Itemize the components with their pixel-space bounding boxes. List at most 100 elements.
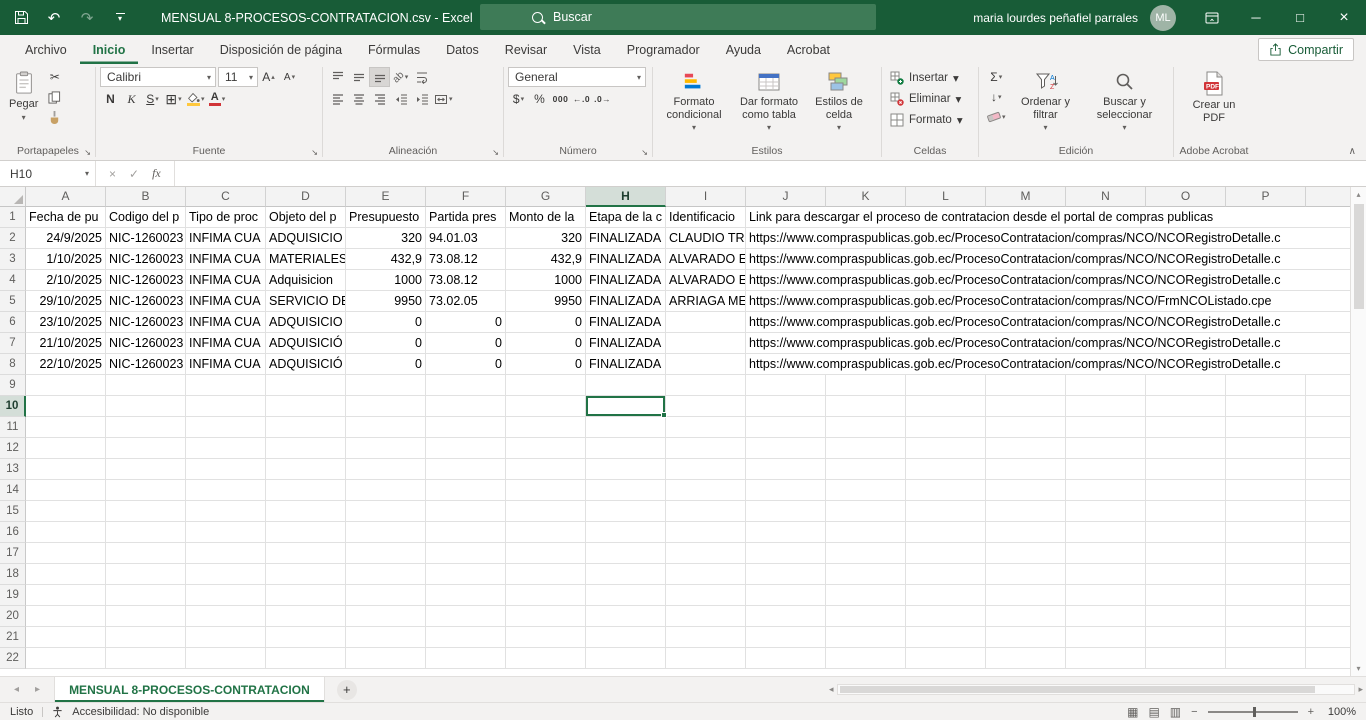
cell-A9[interactable] <box>26 375 106 396</box>
cell-D4[interactable]: Adquisicion <box>266 270 346 291</box>
cell-B11[interactable] <box>106 417 186 438</box>
cell-I22[interactable] <box>666 648 746 669</box>
cell-I5[interactable]: ARRIAGA ME <box>666 291 746 312</box>
cell-E11[interactable] <box>346 417 426 438</box>
cell-partial-17[interactable] <box>1306 543 1350 564</box>
cell-I17[interactable] <box>666 543 746 564</box>
cell-P19[interactable] <box>1226 585 1306 606</box>
cell-P20[interactable] <box>1226 606 1306 627</box>
cell-P16[interactable] <box>1226 522 1306 543</box>
fill-button[interactable]: ↓▾ <box>985 87 1008 107</box>
cell-J9[interactable] <box>746 375 826 396</box>
cell-F20[interactable] <box>426 606 506 627</box>
cell-L20[interactable] <box>906 606 986 627</box>
cell-A22[interactable] <box>26 648 106 669</box>
cell-M19[interactable] <box>986 585 1066 606</box>
cell-K16[interactable] <box>826 522 906 543</box>
cell-N12[interactable] <box>1066 438 1146 459</box>
cell-F19[interactable] <box>426 585 506 606</box>
cell-G11[interactable] <box>506 417 586 438</box>
cell-J16[interactable] <box>746 522 826 543</box>
cell-C16[interactable] <box>186 522 266 543</box>
cell-J13[interactable] <box>746 459 826 480</box>
cell-J5[interactable]: https://www.compraspublicas.gob.ec/Proce… <box>746 291 826 312</box>
cell-L14[interactable] <box>906 480 986 501</box>
ribbon-tab-archivo[interactable]: Archivo <box>12 35 80 64</box>
decrease-decimal-button[interactable]: .0→ <box>592 89 613 109</box>
cell-M18[interactable] <box>986 564 1066 585</box>
cell-P22[interactable] <box>1226 648 1306 669</box>
format-cells-button[interactable]: Formato ▾ <box>886 109 967 130</box>
wrap-text-button[interactable] <box>411 67 432 87</box>
cell-H13[interactable] <box>586 459 666 480</box>
paste-button[interactable]: Pegar ▾ <box>5 67 42 125</box>
cell-K9[interactable] <box>826 375 906 396</box>
cell-N18[interactable] <box>1066 564 1146 585</box>
cell-O18[interactable] <box>1146 564 1226 585</box>
cell-F17[interactable] <box>426 543 506 564</box>
cell-P18[interactable] <box>1226 564 1306 585</box>
cell-D17[interactable] <box>266 543 346 564</box>
cell-G2[interactable]: 320 <box>506 228 586 249</box>
cell-D5[interactable]: SERVICIO DE <box>266 291 346 312</box>
cell-G14[interactable] <box>506 480 586 501</box>
normal-view-icon[interactable]: ▦ <box>1127 705 1138 719</box>
cell-I13[interactable] <box>666 459 746 480</box>
cell-H17[interactable] <box>586 543 666 564</box>
cell-F6[interactable]: 0 <box>426 312 506 333</box>
cell-M11[interactable] <box>986 417 1066 438</box>
cell-I16[interactable] <box>666 522 746 543</box>
cell-B7[interactable]: NIC-1260023 <box>106 333 186 354</box>
cell-A7[interactable]: 21/10/2025 <box>26 333 106 354</box>
cell-G15[interactable] <box>506 501 586 522</box>
cell-M16[interactable] <box>986 522 1066 543</box>
cell-B21[interactable] <box>106 627 186 648</box>
cut-button[interactable]: ✂ <box>44 67 65 87</box>
font-dialog-launcher[interactable]: ↘ <box>311 148 318 158</box>
page-layout-view-icon[interactable]: ▤ <box>1148 705 1159 719</box>
format-painter-button[interactable] <box>44 107 65 127</box>
cell-F8[interactable]: 0 <box>426 354 506 375</box>
cell-H10[interactable] <box>586 396 666 417</box>
align-middle-button[interactable] <box>348 67 369 87</box>
cell-O10[interactable] <box>1146 396 1226 417</box>
cell-C10[interactable] <box>186 396 266 417</box>
cell-partial-18[interactable] <box>1306 564 1350 585</box>
cell-L21[interactable] <box>906 627 986 648</box>
cell-J10[interactable] <box>746 396 826 417</box>
cell-G3[interactable]: 432,9 <box>506 249 586 270</box>
column-header-K[interactable]: K <box>826 187 906 207</box>
cell-C7[interactable]: INFIMA CUA <box>186 333 266 354</box>
cell-B2[interactable]: NIC-1260023 <box>106 228 186 249</box>
cell-D11[interactable] <box>266 417 346 438</box>
italic-button[interactable]: K <box>121 89 142 109</box>
column-header-P[interactable]: P <box>1226 187 1306 207</box>
vertical-scrollbar[interactable]: ▴ ▾ <box>1350 187 1366 676</box>
cell-O13[interactable] <box>1146 459 1226 480</box>
cell-C2[interactable]: INFIMA CUA <box>186 228 266 249</box>
comma-style-button[interactable]: 000 <box>550 89 571 109</box>
cell-E22[interactable] <box>346 648 426 669</box>
borders-button[interactable]: ⊞▾ <box>163 89 184 109</box>
cell-A15[interactable] <box>26 501 106 522</box>
cell-J6[interactable]: https://www.compraspublicas.gob.ec/Proce… <box>746 312 826 333</box>
cell-E6[interactable]: 0 <box>346 312 426 333</box>
cell-D16[interactable] <box>266 522 346 543</box>
minimize-button[interactable]: ─ <box>1234 0 1278 35</box>
cell-D3[interactable]: MATERIALES <box>266 249 346 270</box>
cell-H11[interactable] <box>586 417 666 438</box>
cell-B16[interactable] <box>106 522 186 543</box>
cell-D12[interactable] <box>266 438 346 459</box>
cell-K15[interactable] <box>826 501 906 522</box>
cell-M13[interactable] <box>986 459 1066 480</box>
cell-B6[interactable]: NIC-1260023 <box>106 312 186 333</box>
cell-A21[interactable] <box>26 627 106 648</box>
horizontal-scroll-track[interactable] <box>837 684 1356 695</box>
cell-L22[interactable] <box>906 648 986 669</box>
autosum-button[interactable]: Σ▾ <box>985 67 1008 87</box>
cell-I14[interactable] <box>666 480 746 501</box>
cell-E17[interactable] <box>346 543 426 564</box>
cell-K10[interactable] <box>826 396 906 417</box>
cell-A1[interactable]: Fecha de pu <box>26 207 106 228</box>
cell-partial-1[interactable] <box>1306 207 1350 228</box>
